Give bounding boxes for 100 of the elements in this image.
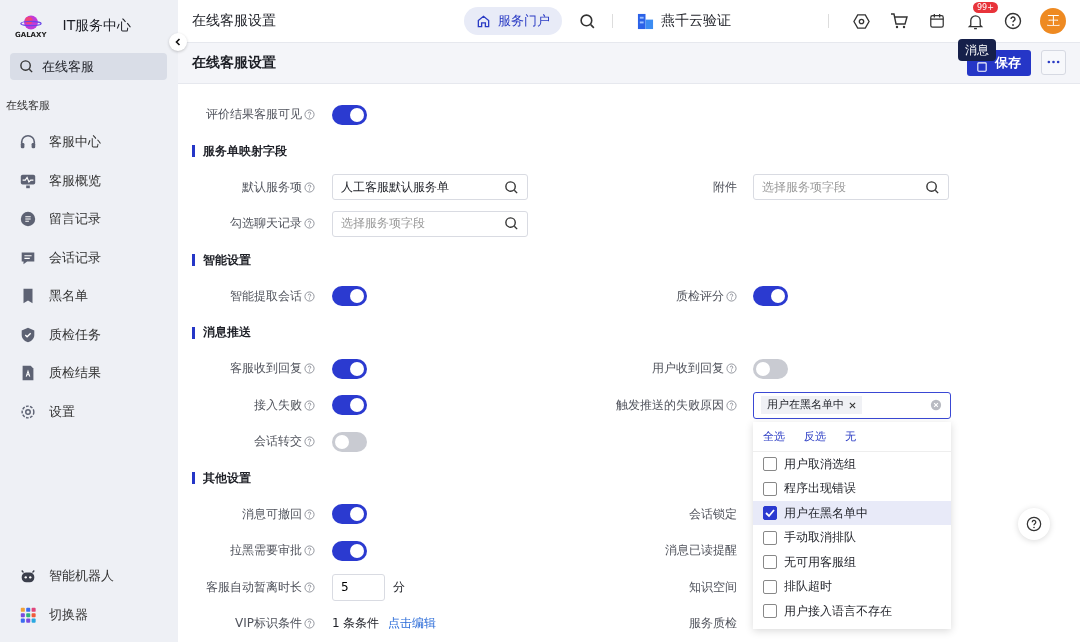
more-button[interactable] — [1041, 49, 1066, 75]
field-label: 服务质检 — [689, 615, 737, 633]
section-heading: 其他设置 — [192, 472, 251, 484]
dropdown-option[interactable]: 手动取消排队 — [753, 525, 951, 550]
search-icon — [578, 12, 596, 30]
field-label: 用户收到回复 — [652, 360, 724, 378]
checkbox[interactable] — [763, 457, 777, 471]
select-action-link[interactable]: 无 — [845, 428, 856, 444]
toggle-switch[interactable] — [332, 395, 367, 416]
section-heading: 智能设置 — [192, 254, 251, 266]
select-action-link[interactable]: 反选 — [804, 428, 826, 444]
help-icon — [304, 508, 315, 520]
toggle-switch[interactable] — [753, 358, 788, 379]
tooltip: 消息 — [958, 39, 996, 61]
field-label: 勾选聊天记录 — [230, 215, 302, 233]
number-input[interactable]: 5 — [332, 573, 385, 601]
dropdown-option[interactable]: 用户取消选组 — [753, 451, 951, 477]
sidebar-item[interactable]: 设置 — [0, 392, 178, 431]
sidebar-item[interactable]: 客服概览 — [0, 161, 178, 200]
field-label: 客服收到回复 — [230, 360, 302, 378]
multi-select-field[interactable]: 用户在黑名单中 — [753, 391, 951, 419]
checkbox[interactable] — [763, 579, 777, 594]
help-icon — [304, 581, 315, 593]
section-heading: 服务单映射字段 — [192, 145, 287, 157]
home-icon — [476, 13, 491, 29]
edit-link[interactable]: 点击编辑 — [388, 615, 437, 633]
search-icon — [504, 216, 519, 232]
apps-icon — [19, 605, 37, 624]
help-icon — [304, 618, 315, 630]
field-label: 消息已读提醒 — [665, 542, 737, 560]
field-label: 触发推送的失败原因 — [616, 396, 724, 414]
field-label: 质检评分 — [676, 287, 724, 305]
field-label: 会话转交 — [254, 433, 302, 451]
toggle-switch[interactable] — [332, 431, 367, 452]
sidebar-item[interactable]: 质检结果 — [0, 354, 178, 393]
sidebar-item[interactable]: 智能机器人 — [0, 557, 178, 596]
checkbox[interactable] — [763, 604, 777, 618]
checkbox[interactable] — [763, 506, 777, 520]
help-button[interactable] — [1018, 507, 1050, 540]
field-label: 附件 — [713, 178, 737, 196]
dropdown-option[interactable]: 程序出现错误 — [753, 476, 951, 501]
field-label: 会话锁定 — [689, 505, 737, 523]
field-label: 评价结果客服可见 — [206, 106, 302, 124]
field-label: 客服自动暂离时长 — [206, 578, 302, 596]
field-label: 知识空间 — [689, 578, 737, 596]
checkbox[interactable] — [763, 555, 777, 569]
group-label: 在线客服 — [6, 98, 51, 113]
checkbox[interactable] — [763, 481, 777, 496]
help-icon — [304, 363, 315, 375]
toggle-switch[interactable] — [332, 286, 367, 307]
dropdown-option[interactable]: 用户在黑名单中 — [753, 500, 951, 526]
search-icon — [504, 179, 519, 195]
dropdown-option[interactable]: 无可用客服组 — [753, 549, 951, 575]
chevron-left-icon — [173, 37, 183, 47]
close-icon[interactable] — [849, 401, 856, 409]
checkbox[interactable] — [763, 530, 777, 545]
toggle-switch[interactable] — [332, 540, 367, 561]
portal-button[interactable]: 服务门户 — [464, 7, 562, 36]
search-icon — [19, 59, 34, 74]
sidebar-item[interactable]: 质检任务 — [0, 315, 178, 354]
page-title: 在线客服设置 — [192, 12, 277, 31]
help-icon — [304, 436, 315, 448]
dropdown-option[interactable]: 排队超时 — [753, 574, 951, 599]
tenant-name[interactable]: 燕千云验证 — [661, 12, 731, 31]
field-label: 智能提取会话 — [230, 287, 302, 305]
condition-count: 1 条条件 — [332, 615, 380, 633]
unit-label: 分 — [393, 578, 405, 596]
help-icon — [304, 545, 315, 557]
save-icon — [977, 61, 987, 72]
search-icon — [925, 179, 940, 195]
app-title: IT服务中心 — [62, 17, 132, 35]
help-icon — [726, 399, 737, 411]
toggle-switch[interactable] — [332, 104, 367, 125]
help-icon — [726, 363, 737, 375]
building-icon — [637, 12, 654, 30]
help-icon — [304, 290, 315, 302]
field-label: 消息可撤回 — [242, 505, 302, 523]
shield-icon — [19, 325, 37, 344]
select-action-link[interactable]: 全选 — [763, 428, 785, 444]
sidebar-item[interactable]: 会话记录 — [0, 238, 178, 277]
dropdown-option[interactable]: 用户接入语言不存在 — [753, 598, 951, 624]
toggle-switch[interactable] — [332, 504, 367, 525]
note-icon — [19, 210, 37, 229]
field-label: 默认服务项 — [242, 178, 302, 196]
toggle-switch[interactable] — [753, 286, 788, 307]
search-field[interactable]: 人工客服默认服务单 — [332, 174, 528, 201]
sidebar-item[interactable]: 客服中心 — [0, 123, 178, 162]
sidebar-item[interactable]: 切换器 — [0, 595, 178, 634]
help-icon — [304, 399, 315, 411]
help-icon — [726, 290, 737, 302]
sidebar-item[interactable]: 留言记录 — [0, 200, 178, 239]
field-label: 拉黑需要审批 — [230, 542, 302, 560]
help-icon — [304, 109, 315, 121]
section-title: 在线客服设置 — [192, 53, 276, 72]
selected-tag: 用户在黑名单中 — [761, 396, 862, 415]
search-field[interactable]: 在线客服 — [10, 53, 167, 80]
notification-badge: 99+ — [973, 2, 998, 14]
field-label: VIP标识条件 — [235, 615, 302, 633]
toggle-switch[interactable] — [332, 358, 367, 379]
sidebar-item[interactable]: 黑名单 — [0, 277, 178, 316]
